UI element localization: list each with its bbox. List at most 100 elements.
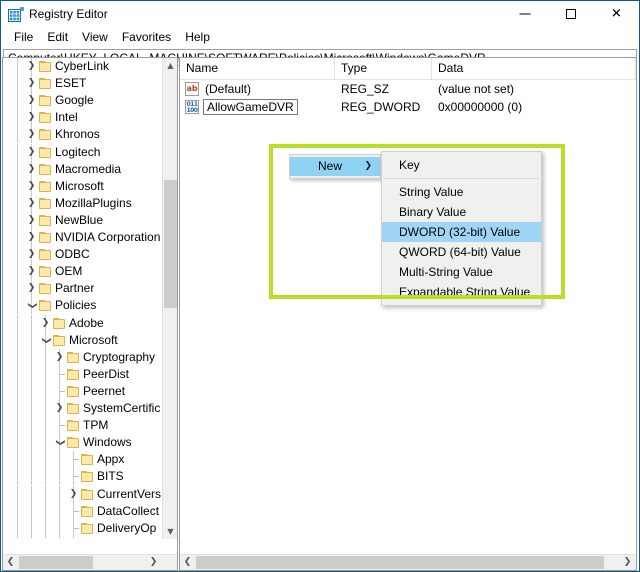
tree-horizontal-scrollbar[interactable]: ❮ ❯ bbox=[3, 554, 177, 570]
scroll-left-icon[interactable]: ❮ bbox=[180, 555, 195, 570]
submenu-item-expandable-string-value[interactable]: Expandable String Value bbox=[382, 282, 541, 302]
chevron-right-icon[interactable]: ❯ bbox=[25, 109, 38, 126]
submenu-item-key[interactable]: Key bbox=[382, 155, 541, 175]
tree-item-deliveryop[interactable]: DeliveryOp bbox=[3, 519, 163, 537]
tree-vertical-scrollbar[interactable]: ▲ ▼ bbox=[162, 58, 177, 539]
tree-guide-line bbox=[31, 434, 32, 452]
menu-help[interactable]: Help bbox=[178, 29, 217, 46]
tree-item-windows[interactable]: ❯ Windows bbox=[3, 434, 163, 452]
tree-guide-line bbox=[45, 502, 46, 520]
chevron-down-icon[interactable]: ❯ bbox=[37, 334, 54, 347]
column-header-data[interactable]: Data bbox=[432, 58, 636, 79]
chevron-right-icon[interactable]: ❯ bbox=[25, 126, 38, 143]
value-type-cell: REG_DWORD bbox=[341, 100, 421, 114]
menu-file[interactable]: File bbox=[7, 29, 40, 46]
chevron-right-icon[interactable]: ❯ bbox=[25, 178, 38, 195]
maximize-button[interactable] bbox=[548, 1, 593, 27]
chevron-right-icon[interactable]: ❯ bbox=[25, 144, 38, 161]
chevron-right-icon[interactable]: ❯ bbox=[25, 229, 38, 246]
tree-item-peernet[interactable]: Peernet bbox=[3, 382, 163, 400]
tree-item-intel[interactable]: ❯ Intel bbox=[3, 109, 163, 127]
chevron-right-icon[interactable]: ❯ bbox=[53, 400, 66, 417]
column-header-name[interactable]: Name bbox=[180, 58, 335, 79]
chevron-right-icon[interactable]: ❯ bbox=[25, 161, 38, 178]
chevron-right-icon[interactable]: ❯ bbox=[25, 58, 38, 75]
registry-editor-window: Registry Editor ✕ File Edit View Favorites H… bbox=[0, 0, 640, 572]
tree-item-label: Intel bbox=[55, 110, 78, 125]
close-button[interactable]: ✕ bbox=[594, 1, 639, 27]
tree-hscroll-thumb[interactable] bbox=[19, 556, 93, 569]
tree-item-odbc[interactable]: ❯ ODBC bbox=[3, 246, 163, 264]
tree-item-khronos[interactable]: ❯ Khronos bbox=[3, 126, 163, 144]
chevron-right-icon[interactable]: ❯ bbox=[25, 246, 38, 263]
registry-tree-pane[interactable]: ❯ CyberLink ❯ ESET ❯ Google ❯ Intel ❯ Khronos ❯ Log… bbox=[2, 57, 178, 571]
chevron-right-icon[interactable]: ❯ bbox=[53, 349, 66, 366]
submenu-item-binary-value[interactable]: Binary Value bbox=[382, 202, 541, 222]
tree-item-tpm[interactable]: TPM bbox=[3, 417, 163, 435]
tree-item-partner[interactable]: ❯ Partner bbox=[3, 280, 163, 298]
chevron-right-icon[interactable]: ❯ bbox=[39, 315, 52, 332]
main-content-area: ❯ CyberLink ❯ ESET ❯ Google ❯ Intel ❯ Khronos ❯ Log… bbox=[2, 57, 638, 571]
tree-item-label: Logitech bbox=[55, 144, 101, 159]
menu-favorites[interactable]: Favorites bbox=[115, 29, 178, 46]
tree-item-microsoft[interactable]: ❯ Microsoft bbox=[3, 177, 163, 195]
tree-item-macromedia[interactable]: ❯ Macromedia bbox=[3, 160, 163, 178]
value-row[interactable]: 011 100 AllowGameDVR REG_DWORD 0x00000000 (0… bbox=[180, 98, 636, 116]
tree-item-nvidia-corporation[interactable]: ❯ NVIDIA Corporation bbox=[3, 229, 163, 247]
tree-guide-line bbox=[59, 519, 60, 537]
value-row[interactable]: ab (Default) REG_SZ (value not set) bbox=[180, 80, 636, 98]
chevron-right-icon[interactable]: ❯ bbox=[25, 263, 38, 280]
tree-item-eset[interactable]: ❯ ESET bbox=[3, 75, 163, 93]
tree-item-bits[interactable]: BITS bbox=[3, 468, 163, 486]
chevron-right-icon[interactable]: ❯ bbox=[25, 75, 38, 92]
chevron-right-icon[interactable]: ❯ bbox=[25, 212, 38, 229]
tree-item-appx[interactable]: Appx bbox=[3, 451, 163, 469]
value-name-edit-field[interactable]: AllowGameDVR bbox=[203, 99, 298, 115]
submenu-item-qword-64-bit-value[interactable]: QWORD (64-bit) Value bbox=[382, 242, 541, 262]
menu-view[interactable]: View bbox=[75, 29, 115, 46]
folder-icon bbox=[39, 232, 51, 243]
scroll-right-icon[interactable]: ❯ bbox=[146, 555, 161, 570]
folder-icon bbox=[53, 334, 65, 346]
chevron-right-icon[interactable]: ❯ bbox=[25, 280, 38, 297]
tree-item-logitech[interactable]: ❯ Logitech bbox=[3, 143, 163, 161]
scroll-right-icon[interactable]: ❯ bbox=[620, 555, 635, 570]
chevron-down-icon[interactable]: ❯ bbox=[23, 299, 40, 312]
tree-item-oem[interactable]: ❯ OEM bbox=[3, 263, 163, 281]
submenu-item-multi-string-value[interactable]: Multi-String Value bbox=[382, 262, 541, 282]
menu-edit[interactable]: Edit bbox=[40, 29, 75, 46]
tree-item-mozillaplugins[interactable]: ❯ MozillaPlugins bbox=[3, 194, 163, 212]
tree-item-datacollect[interactable]: DataCollect bbox=[3, 502, 163, 520]
tree-item-systemcertific[interactable]: ❯ SystemCertific bbox=[3, 400, 163, 418]
scroll-left-icon[interactable]: ❮ bbox=[3, 555, 18, 570]
chevron-right-icon[interactable]: ❯ bbox=[67, 486, 80, 503]
tree-item-policies[interactable]: ❯ Policies bbox=[3, 297, 163, 315]
scroll-up-icon[interactable]: ▲ bbox=[163, 58, 177, 73]
chevron-right-icon[interactable]: ❯ bbox=[25, 195, 38, 212]
tree-item-newblue[interactable]: ❯ NewBlue bbox=[3, 211, 163, 229]
chevron-right-icon[interactable]: ❯ bbox=[25, 92, 38, 109]
list-hscroll-thumb[interactable] bbox=[196, 556, 604, 569]
context-menu-item-new[interactable]: New ❯ bbox=[290, 157, 380, 176]
tree-item-peerdist[interactable]: PeerDist bbox=[3, 365, 163, 383]
list-column-headers: Name Type Data bbox=[180, 58, 636, 80]
tree-item-cryptography[interactable]: ❯ Cryptography bbox=[3, 348, 163, 366]
registry-values-pane[interactable]: Name Type Data ab (Default) REG_SZ (value not… bbox=[179, 57, 637, 571]
tree-vscroll-thumb[interactable] bbox=[164, 180, 177, 308]
context-menu-parent[interactable]: New ❯ bbox=[289, 154, 381, 179]
tree-item-google[interactable]: ❯ Google bbox=[3, 92, 163, 110]
column-header-type[interactable]: Type bbox=[335, 58, 432, 79]
tree-item-cyberlink[interactable]: ❯ CyberLink bbox=[3, 58, 163, 76]
context-menu-new-submenu[interactable]: Key String Value Binary Value DWORD (32-bit… bbox=[381, 151, 542, 306]
tree-item-adobe[interactable]: ❯ Adobe bbox=[3, 314, 163, 332]
binary-value-icon: 011 100 bbox=[185, 100, 199, 114]
scroll-down-icon[interactable]: ▼ bbox=[163, 524, 177, 539]
tree-item-currentvers[interactable]: ❯ CurrentVers bbox=[3, 485, 163, 503]
submenu-item-dword-32-bit-value[interactable]: DWORD (32-bit) Value bbox=[382, 222, 541, 242]
chevron-down-icon[interactable]: ❯ bbox=[51, 436, 68, 449]
submenu-item-string-value[interactable]: String Value bbox=[382, 182, 541, 202]
list-horizontal-scrollbar[interactable]: ❮ ❯ bbox=[180, 554, 636, 570]
minimize-button[interactable] bbox=[502, 1, 547, 27]
tree-item-driversearc[interactable]: DriverSearc bbox=[3, 536, 163, 538]
tree-item-microsoft[interactable]: ❯ Microsoft bbox=[3, 331, 163, 349]
